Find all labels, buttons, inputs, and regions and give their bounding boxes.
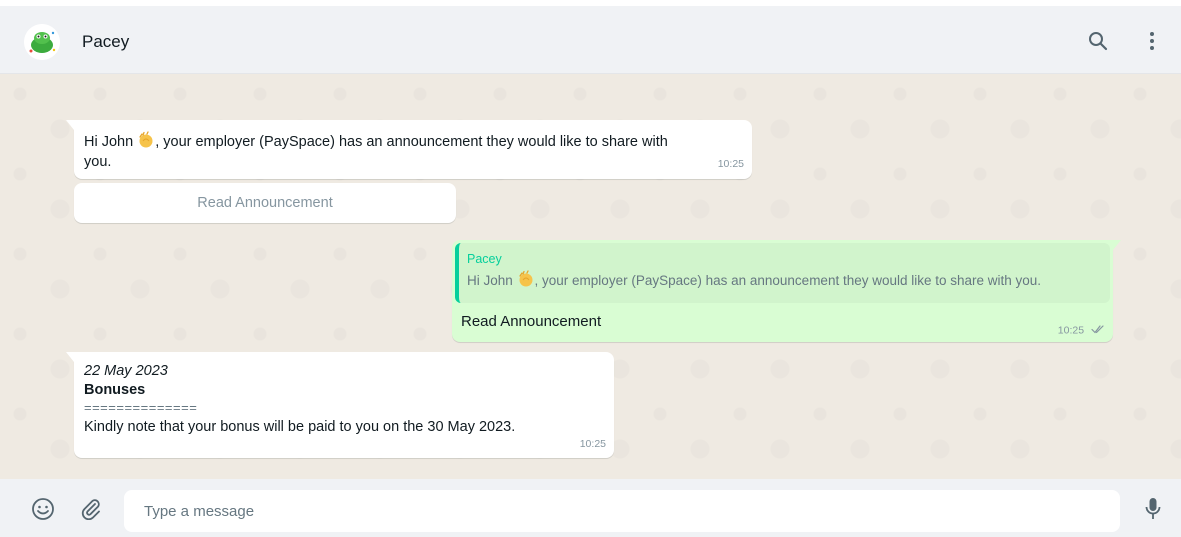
quote-text: Hi John , your employer (PaySpace) has a… (467, 270, 1102, 291)
message-text-part: , your employer (PaySpace) has an announ… (84, 134, 668, 170)
message-time: 10:25 (717, 158, 744, 170)
microphone-icon[interactable] (1140, 496, 1166, 522)
read-announcement-button[interactable]: Read Announcement (74, 183, 456, 223)
avatar-logo-icon (24, 24, 60, 60)
contact-avatar[interactable] (24, 24, 60, 60)
bubble-tail (66, 352, 74, 362)
message-time: 10:25 (1057, 324, 1085, 337)
search-icon[interactable] (1085, 28, 1111, 54)
emoji-icon[interactable] (30, 496, 56, 522)
waving-hand-icon (517, 270, 535, 288)
announcement-body: Kindly note that your bonus will be paid… (84, 418, 516, 435)
waving-hand-icon (137, 131, 155, 149)
message-time: 10:25 (579, 437, 606, 450)
announcement-date: 22 May 2023 (84, 363, 168, 379)
bubble-tail (1113, 240, 1121, 250)
quote-text-part: , your employer (PaySpace) has an announ… (534, 273, 1042, 288)
bubble-tail (66, 120, 74, 130)
conversation-panel[interactable]: Hi John , your employer (PaySpace) has a… (0, 74, 1181, 479)
more-vertical-icon[interactable] (1139, 28, 1165, 54)
message-meta: 10:25 (1058, 324, 1105, 337)
announcement-title: Bonuses (84, 381, 146, 398)
contact-name[interactable]: Pacey (82, 32, 129, 52)
composer-bar (0, 479, 1181, 537)
quote-text-part: Hi John (467, 273, 517, 288)
quote-author: Pacey (467, 252, 502, 266)
quoted-message[interactable]: Pacey Hi John , your employer (PaySpace)… (455, 243, 1110, 303)
chat-window: Pacey Hi John , your employer (PaySpace)… (0, 0, 1181, 537)
announcement-separator: ============== (84, 400, 198, 415)
attach-icon[interactable] (78, 496, 104, 522)
message-input[interactable] (124, 490, 1120, 532)
outgoing-message: Pacey Hi John , your employer (PaySpace)… (452, 240, 1121, 342)
incoming-message: Hi John , your employer (PaySpace) has a… (66, 120, 752, 179)
message-text-part: Hi John (84, 134, 138, 150)
incoming-message: 22 May 2023 Bonuses ============== Kindl… (66, 352, 614, 458)
double-check-icon (1091, 324, 1105, 337)
message-text: Read Announcement (461, 313, 602, 330)
chat-header: Pacey (0, 6, 1181, 74)
